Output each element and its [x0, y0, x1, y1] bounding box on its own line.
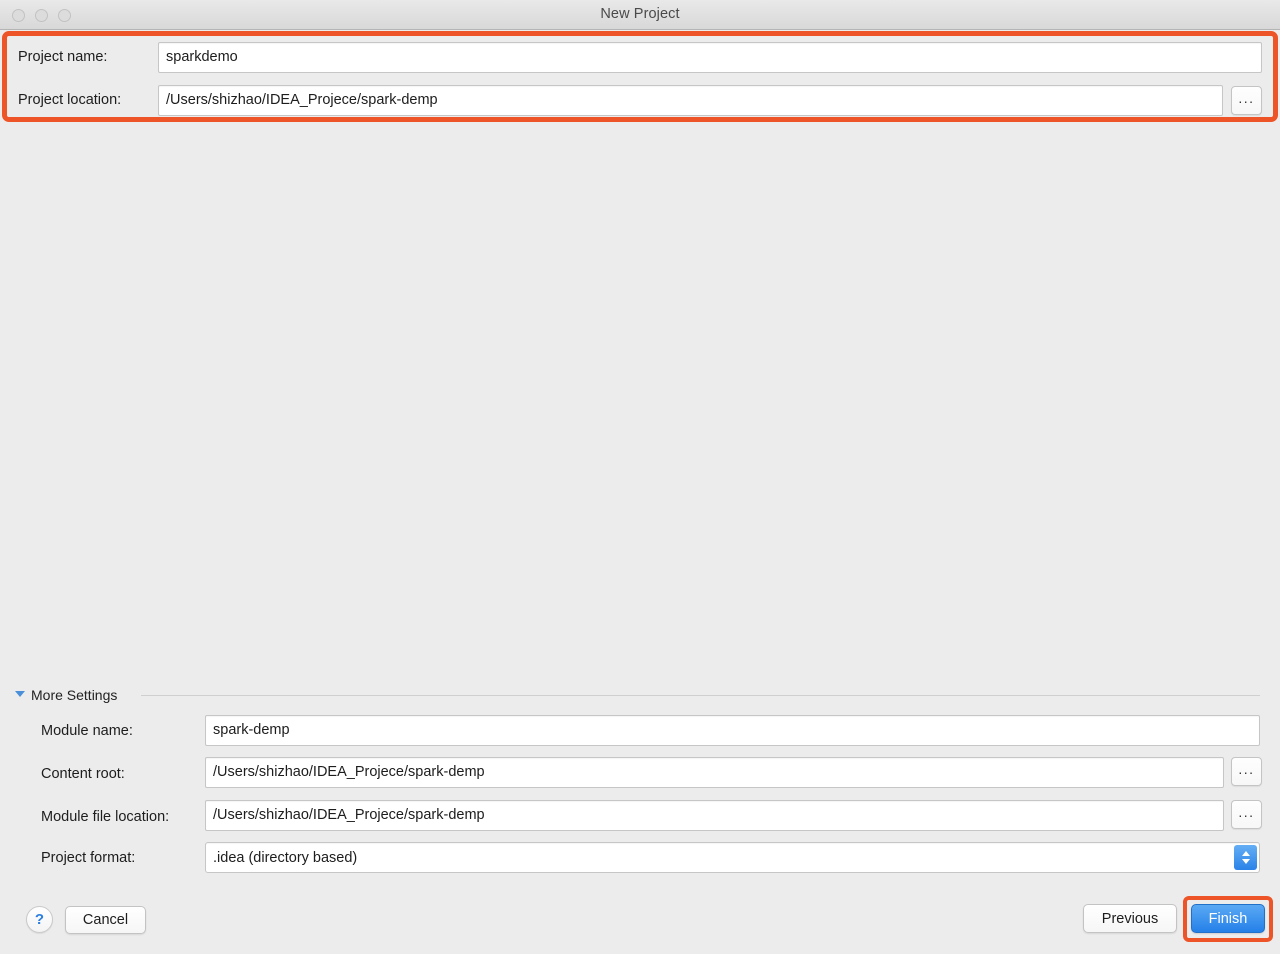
chevron-up-down-icon[interactable] — [1234, 845, 1257, 870]
project-format-label: Project format: — [41, 851, 135, 866]
project-format-selected-value: .idea (directory based) — [213, 850, 357, 866]
finish-button[interactable]: Finish — [1191, 904, 1265, 933]
window-titlebar: New Project — [0, 0, 1280, 30]
section-divider — [141, 695, 1260, 696]
project-name-input[interactable]: sparkdemo — [158, 42, 1262, 73]
more-settings-section-header[interactable]: More Settings — [15, 686, 1260, 704]
more-settings-label: More Settings — [31, 686, 117, 704]
new-project-dialog: New Project Project name: sparkdemo Proj… — [0, 0, 1280, 954]
module-file-location-input[interactable]: /Users/shizhao/IDEA_Projece/spark-demp — [205, 800, 1224, 831]
module-name-input[interactable]: spark-demp — [205, 715, 1260, 746]
window-title: New Project — [0, 0, 1280, 29]
project-location-input[interactable]: /Users/shizhao/IDEA_Projece/spark-demp — [158, 85, 1223, 116]
help-button[interactable]: ? — [26, 906, 53, 933]
module-name-label: Module name: — [41, 724, 133, 739]
project-format-select[interactable]: .idea (directory based) — [205, 842, 1260, 873]
browse-project-location-button[interactable]: ... — [1231, 86, 1262, 115]
module-file-location-label: Module file location: — [41, 810, 169, 825]
cancel-button[interactable]: Cancel — [65, 906, 146, 934]
browse-module-file-location-button[interactable]: ... — [1231, 800, 1262, 829]
chevron-down-icon[interactable] — [15, 691, 25, 697]
project-name-label: Project name: — [18, 50, 107, 65]
project-location-label: Project location: — [18, 93, 121, 108]
browse-content-root-button[interactable]: ... — [1231, 757, 1262, 786]
content-root-input[interactable]: /Users/shizhao/IDEA_Projece/spark-demp — [205, 757, 1224, 788]
previous-button[interactable]: Previous — [1083, 904, 1177, 933]
content-root-label: Content root: — [41, 767, 125, 782]
